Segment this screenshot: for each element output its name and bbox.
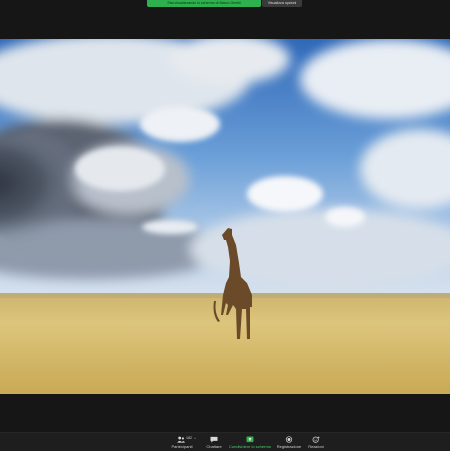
record-button[interactable]: Registrazione (274, 433, 304, 451)
screen-letterbox (0, 394, 450, 432)
record-icon (285, 436, 293, 443)
chat-icon (210, 436, 218, 443)
record-label: Registrazione (276, 444, 302, 449)
share-screen-label: Condividere lo schermo (228, 444, 272, 449)
meeting-top-bar: Stai visualizzando lo schermo di Marco G… (0, 0, 450, 39)
chat-label: Chattare (206, 444, 222, 449)
view-options-button[interactable]: Visualizza opzioni (262, 0, 302, 7)
savanna-giraffe-image (0, 39, 450, 394)
reactions-icon (312, 436, 320, 443)
chevron-up-icon[interactable]: ^ (194, 436, 196, 441)
reactions-label: Reazioni (308, 444, 324, 449)
participants-count: 182 (186, 436, 192, 440)
participants-label: Partecipanti (171, 444, 193, 449)
meeting-toolbar: 182 ^ Partecipanti Chattare Condividere … (0, 432, 450, 451)
participants-button[interactable]: 182 ^ Partecipanti (167, 433, 197, 451)
screen-share-banner[interactable]: Stai visualizzando lo schermo di Marco G… (147, 0, 261, 7)
shared-screen (0, 39, 450, 394)
share-screen-icon (246, 436, 254, 443)
share-screen-button[interactable]: Condividere lo schermo (228, 433, 272, 451)
chat-button[interactable]: Chattare (200, 433, 228, 451)
people-icon (177, 436, 186, 443)
reactions-button[interactable]: Reazioni (304, 433, 328, 451)
